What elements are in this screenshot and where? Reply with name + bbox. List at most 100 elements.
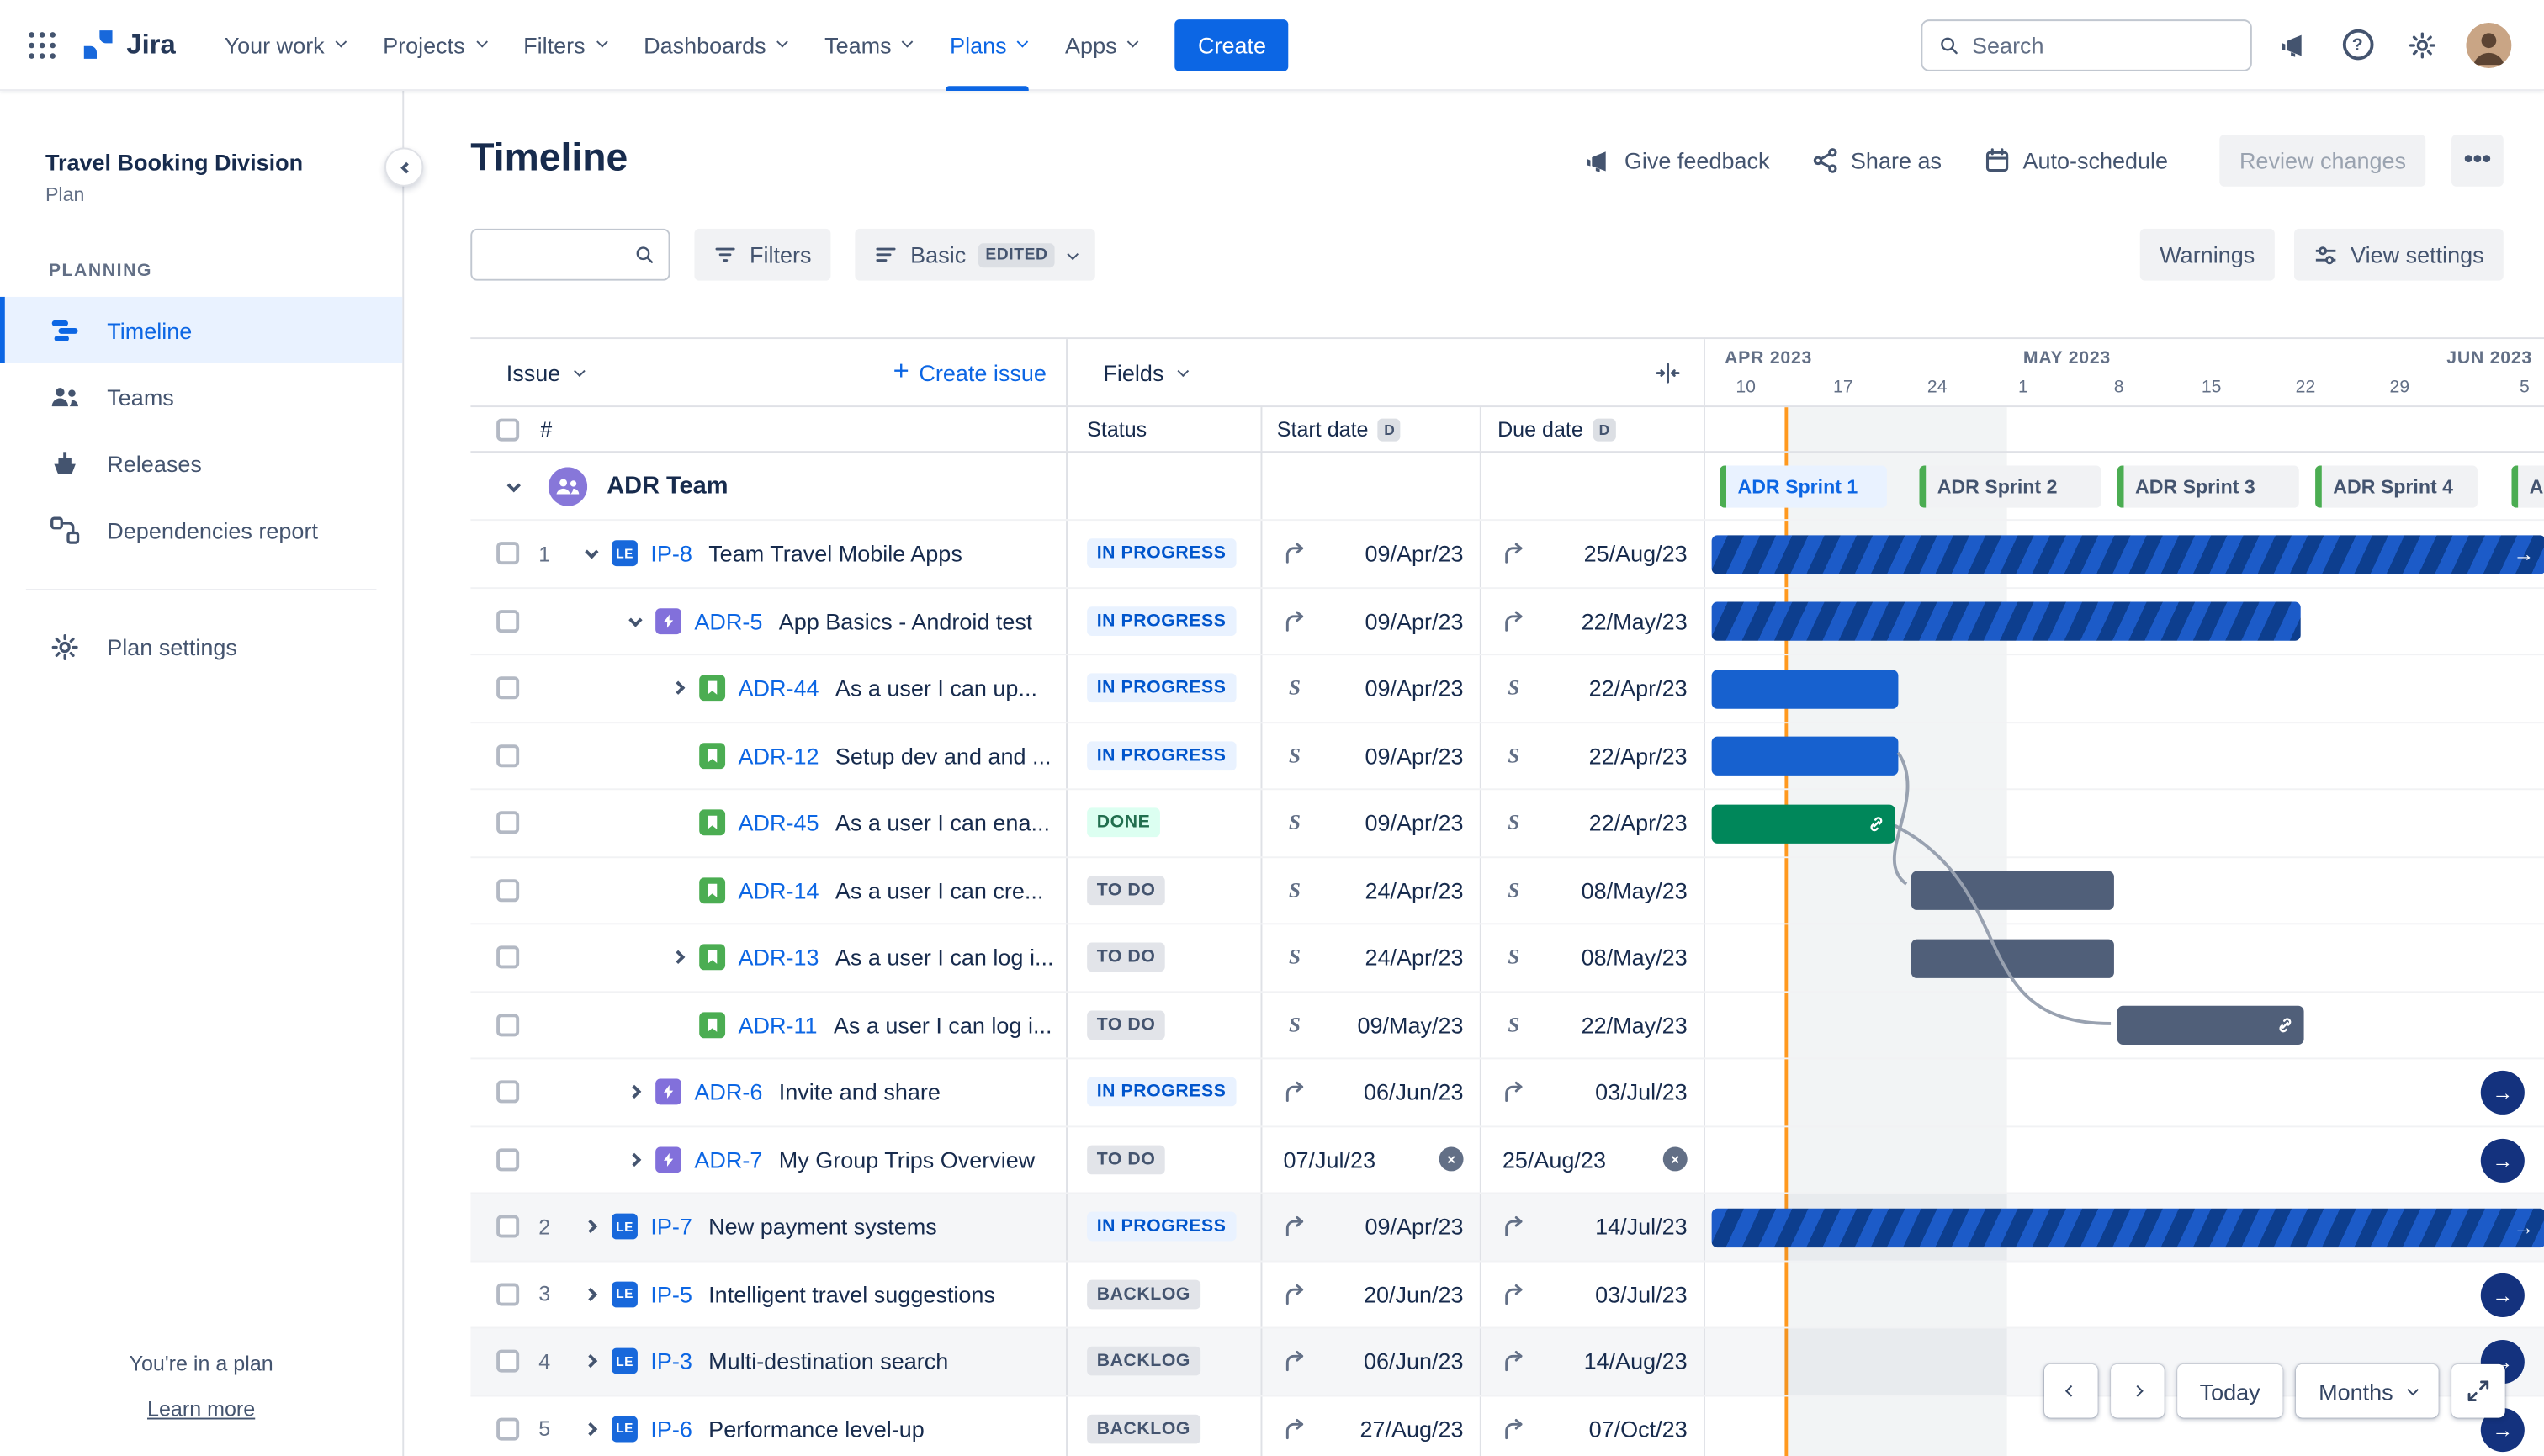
global-search-box[interactable] [1921,19,2252,71]
jump-to-bar-button[interactable]: → [2480,1137,2525,1182]
give-feedback-button[interactable]: Give feedback [1567,137,1785,184]
nav-item-filters[interactable]: Filters [504,0,624,90]
issue-row-ip-5[interactable]: 3 LE IP-5 Intelligent travel suggestions BAC… [470,1261,2544,1329]
due-date-cell[interactable]: 03/Jul/23 [1481,1059,1705,1125]
sprint-chip-ad[interactable]: AD [2511,465,2544,508]
start-date-cell[interactable]: 06/Jun/23 [1262,1328,1481,1395]
start-date-column-header[interactable]: Start date D [1262,407,1481,452]
expand-chevron-icon[interactable] [583,1422,598,1436]
expand-chevron-icon[interactable] [583,1287,598,1301]
view-settings-button[interactable]: View settings [2293,228,2504,281]
fullscreen-button[interactable] [2451,1363,2505,1418]
start-date-cell[interactable]: 06/Jun/23 [1262,1059,1481,1125]
row-checkbox[interactable] [496,1283,520,1306]
status-badge[interactable]: TO DO [1087,875,1165,905]
sidebar-item-timeline[interactable]: Timeline [0,296,403,363]
issue-row-adr-12[interactable]: ADR-12 Setup dev and and ... IN PROGRESS S 0… [470,723,2544,791]
due-date-cell[interactable]: S 22/Apr/23 [1481,723,1705,789]
row-checkbox[interactable] [496,945,520,969]
review-changes-button[interactable]: Review changes [2219,135,2426,187]
issue-key-link[interactable]: ADR-44 [738,675,819,702]
status-badge[interactable]: BACKLOG [1087,1414,1200,1443]
due-date-cell[interactable]: 25/Aug/23 × [1481,1126,1705,1193]
due-date-cell[interactable]: 03/Jul/23 [1481,1261,1705,1327]
issue-key-link[interactable]: IP-3 [650,1348,692,1374]
status-badge[interactable]: BACKLOG [1087,1347,1200,1376]
status-badge[interactable]: TO DO [1087,1010,1165,1040]
due-date-cell[interactable]: S 22/May/23 [1481,992,1705,1058]
expand-chevron-icon[interactable] [583,1220,598,1234]
collapse-group-chevron[interactable] [500,478,526,492]
start-date-cell[interactable]: 27/Aug/23 [1262,1395,1481,1456]
due-date-cell[interactable]: S 08/May/23 [1481,857,1705,924]
status-badge[interactable]: BACKLOG [1087,1279,1200,1309]
issue-key-link[interactable]: IP-6 [650,1416,692,1442]
gantt-bar[interactable]: → [1711,1207,2544,1247]
sidebar-item-releases[interactable]: Releases [0,430,402,496]
start-date-cell[interactable]: 07/Jul/23 × [1262,1126,1481,1193]
sidebar-collapse-button[interactable] [384,147,424,187]
row-checkbox[interactable] [496,1350,520,1374]
nav-item-your-work[interactable]: Your work [204,0,363,90]
sidebar-item-teams[interactable]: Teams [0,363,402,430]
sidebar-item-dependencies-report[interactable]: Dependencies report [0,496,402,563]
expand-chevron-icon[interactable] [670,950,686,965]
gantt-bar[interactable] [1711,601,2301,641]
expand-chevron-icon[interactable] [670,681,686,696]
row-checkbox[interactable] [496,1013,520,1036]
sprint-chip-adr-sprint-1[interactable]: ADR Sprint 1 [1720,465,1887,508]
start-date-cell[interactable]: S 24/Apr/23 [1262,857,1481,924]
row-checkbox[interactable] [496,609,520,633]
issue-key-link[interactable]: IP-7 [650,1214,692,1240]
start-date-cell[interactable]: 09/Apr/23 [1262,521,1481,587]
due-date-cell[interactable]: 22/May/23 [1481,588,1705,654]
settings-gear-icon[interactable] [2398,20,2446,69]
gantt-bar[interactable] [1911,938,2114,977]
issue-row-ip-7[interactable]: 2 LE IP-7 New payment systems IN PROGRESS 09/… [470,1194,2544,1262]
due-date-column-header[interactable]: Due date D [1481,407,1705,452]
issue-key-link[interactable]: ADR-5 [694,608,762,634]
issue-row-adr-5[interactable]: ADR-5 App Basics - Android test IN PROGRES… [470,588,2544,656]
issue-row-adr-11[interactable]: ADR-11 As a user I can log i... TO DO S 09/M… [470,992,2544,1060]
scroll-left-button[interactable] [2043,1363,2098,1418]
gantt-bar[interactable] [1711,803,1895,843]
row-checkbox[interactable] [496,1417,520,1441]
expand-chevron-icon[interactable] [585,545,599,559]
sprint-chip-adr-sprint-4[interactable]: ADR Sprint 4 [2315,465,2478,508]
row-checkbox[interactable] [496,811,520,834]
issue-column-header[interactable]: Issue [506,359,586,385]
start-date-cell[interactable]: 09/Apr/23 [1262,588,1481,654]
team-group-row[interactable]: ADR Team ADR Sprint 1 ADR Sprint 2 ADR Spr… [470,453,2544,522]
status-badge[interactable]: IN PROGRESS [1087,1077,1237,1107]
sprint-chip-adr-sprint-3[interactable]: ADR Sprint 3 [2117,465,2299,508]
scroll-right-button[interactable] [2110,1363,2165,1418]
auto-schedule-button[interactable]: Auto-schedule [1968,138,2184,183]
due-date-cell[interactable]: 14/Jul/23 [1481,1194,1705,1260]
help-icon[interactable]: ? [2333,20,2382,69]
start-date-cell[interactable]: S 09/May/23 [1262,992,1481,1058]
gantt-bar[interactable] [1911,871,2114,910]
start-date-cell[interactable]: S 09/Apr/23 [1262,655,1481,722]
nav-item-teams[interactable]: Teams [805,0,930,90]
status-badge[interactable]: IN PROGRESS [1087,673,1237,703]
due-date-cell[interactable]: S 22/Apr/23 [1481,790,1705,856]
sidebar-item-plan-settings[interactable]: Plan settings [0,613,402,680]
announcements-icon[interactable] [2268,20,2317,69]
gantt-bar[interactable] [1711,736,1899,776]
issue-key-link[interactable]: ADR-6 [694,1079,762,1105]
app-switcher-icon[interactable] [26,29,59,61]
issue-key-link[interactable]: ADR-12 [738,743,819,769]
learn-more-link[interactable]: Learn more [147,1396,255,1421]
row-checkbox[interactable] [496,1080,520,1104]
start-date-cell[interactable]: S 09/Apr/23 [1262,790,1481,856]
due-date-cell[interactable]: S 22/Apr/23 [1481,655,1705,722]
due-date-cell[interactable]: S 08/May/23 [1481,924,1705,991]
row-checkbox[interactable] [496,744,520,767]
view-mode-button[interactable]: Basic EDITED [855,228,1095,281]
issue-row-adr-14[interactable]: ADR-14 As a user I can cre... TO DO S 24/Apr… [470,857,2544,925]
today-button[interactable]: Today [2176,1363,2283,1418]
timeline-search-box[interactable] [470,228,670,281]
row-checkbox[interactable] [496,1147,520,1171]
status-badge[interactable]: IN PROGRESS [1087,740,1237,770]
zoom-select[interactable]: Months [2296,1363,2439,1418]
